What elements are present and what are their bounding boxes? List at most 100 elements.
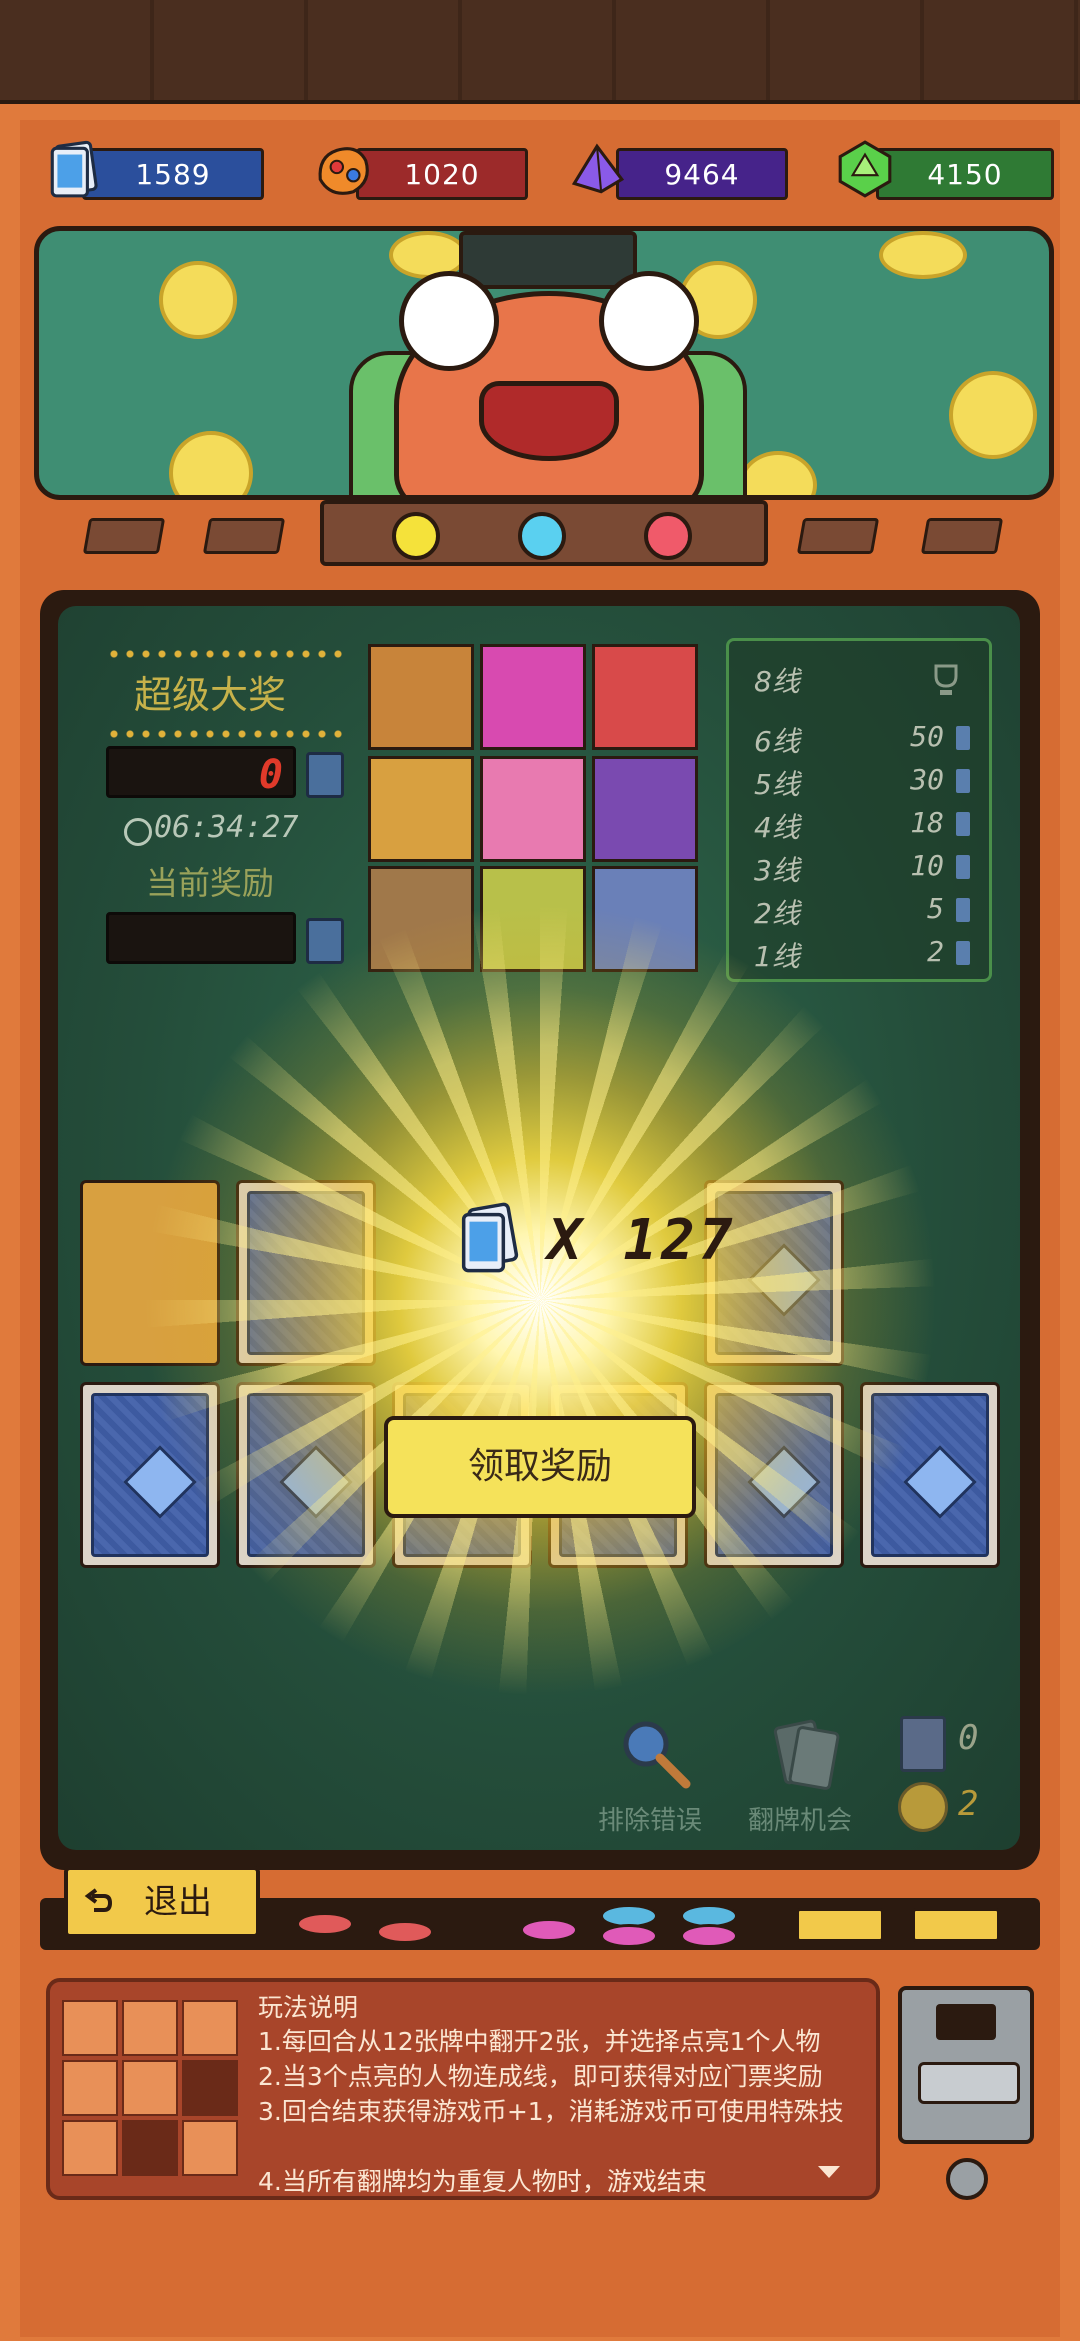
paytable-row: 6线 50 <box>754 720 974 760</box>
instructions-title: 玩法说明 <box>258 1993 359 2022</box>
character-portrait <box>480 756 586 862</box>
banner-screen <box>34 226 1054 500</box>
paytable-header: 8线 <box>754 660 974 700</box>
card-count: 0 <box>958 1718 979 1758</box>
grid-cell <box>122 2000 178 2056</box>
card-icon <box>900 1716 946 1772</box>
crystal-icon <box>571 143 625 194</box>
claim-reward-button[interactable]: 领取奖励 <box>384 1416 696 1518</box>
ticket-icon <box>956 726 970 750</box>
jackpot-title: 超级大奖 <box>133 673 286 717</box>
instruction-line: 2.当3个点亮的人物连成线，即可获得对应门票奖励 <box>258 2062 823 2091</box>
yellow-key <box>912 1908 1000 1942</box>
line-label: 2线 <box>754 897 800 930</box>
line-reward: 50 <box>910 720 944 753</box>
grid-cell <box>182 2120 238 2176</box>
grid-cell <box>62 2120 118 2176</box>
grid-cell <box>122 2120 178 2176</box>
frog-hat <box>459 231 637 289</box>
red-button <box>296 1912 354 1936</box>
line-reward: 30 <box>910 763 944 796</box>
keyhole-icon[interactable] <box>946 2158 988 2200</box>
panel-slot <box>82 518 166 554</box>
ticket-icon <box>956 941 970 965</box>
red-button <box>376 1920 434 1944</box>
frog-eye <box>599 271 699 371</box>
current-reward-label: 当前奖励 <box>145 864 274 902</box>
line-label: 6线 <box>754 725 800 758</box>
ticket-icon <box>306 752 344 798</box>
light-rays <box>140 900 940 1700</box>
panel-slot <box>796 518 880 554</box>
yellow-key <box>796 1908 884 1942</box>
yellow-light <box>392 512 440 560</box>
grid-cell <box>182 2060 238 2116</box>
pink-button <box>600 1924 658 1948</box>
paytable-row: 1线 2 <box>754 935 974 975</box>
flip-chance-label: 翻牌机会 <box>748 1806 853 1836</box>
ticket-machine[interactable] <box>898 1986 1034 2144</box>
flip-cards-icon[interactable] <box>760 1714 848 1796</box>
ticket-icon <box>956 769 970 793</box>
panel-slot <box>920 518 1004 554</box>
coin-count: 2 <box>958 1784 979 1824</box>
grid-cell <box>182 2000 238 2056</box>
paytable-row: 2线 5 <box>754 892 974 932</box>
grid-cell <box>122 2060 178 2116</box>
round-timer: 06:34:27 <box>154 810 299 845</box>
emerald-value: 4150 <box>927 157 1003 191</box>
ticket-icon <box>461 1202 519 1273</box>
crystal-value: 9464 <box>664 157 740 191</box>
ticket-icon <box>956 855 970 879</box>
clock-icon <box>124 818 152 846</box>
line-label: 3线 <box>754 854 800 887</box>
coin-icon <box>169 431 253 495</box>
tickets-value: 1589 <box>135 157 211 191</box>
emerald-counter: 4150 <box>876 148 1054 200</box>
character-portrait <box>368 756 474 862</box>
instruction-line: 3.回合结束获得游戏币+1，消耗游戏币可使用特殊技 <box>258 2097 844 2126</box>
bag-counter: 1020 <box>356 148 528 200</box>
line-label: 4线 <box>754 811 800 844</box>
expand-arrow-icon[interactable] <box>818 2166 840 2178</box>
trophy-icon <box>934 664 958 695</box>
ticket-icon <box>50 140 98 198</box>
character-portrait <box>592 756 698 862</box>
crystal-counter: 9464 <box>616 148 788 200</box>
paytable-row: 3线 10 <box>754 849 974 889</box>
line-pattern-grid <box>62 2000 240 2178</box>
bag-value: 1020 <box>404 157 480 191</box>
instruction-line: 1.每回合从12张牌中翻开2张，并选择点亮1个人物 <box>258 2027 821 2056</box>
machine-slot <box>936 2004 996 2040</box>
frog-eye <box>399 271 499 371</box>
machine-tray <box>918 2062 1020 2104</box>
line-reward: 10 <box>910 849 944 882</box>
line-reward: 2 <box>927 935 944 968</box>
character-portrait <box>368 644 474 750</box>
marquee-lights <box>106 650 342 658</box>
ticket-icon <box>956 812 970 836</box>
grid-cell <box>62 2060 118 2116</box>
current-reward-counter <box>106 912 296 964</box>
tickets-counter: 1589 <box>82 148 264 200</box>
paytable-row: 5线 30 <box>754 763 974 803</box>
line-reward: 18 <box>910 806 944 839</box>
coin-icon <box>879 231 967 279</box>
ticket-icon <box>956 898 970 922</box>
character-portrait <box>592 644 698 750</box>
reward-amount: X 127 <box>548 1208 737 1273</box>
coin-icon <box>739 451 817 495</box>
pink-button <box>520 1918 578 1942</box>
coin-icon <box>949 371 1037 459</box>
jackpot-counter: 0 <box>106 746 296 798</box>
paytable-row: 4线 18 <box>754 806 974 846</box>
pink-button <box>680 1924 738 1948</box>
grid-cell <box>62 2000 118 2056</box>
coin-icon <box>159 261 237 339</box>
line-reward: 5 <box>927 892 944 925</box>
line-label: 8线 <box>754 665 800 698</box>
magnifier-icon[interactable] <box>614 1714 694 1794</box>
diamond-icon <box>903 1445 977 1519</box>
coin-icon <box>898 1782 948 1832</box>
bag-icon <box>318 147 369 195</box>
